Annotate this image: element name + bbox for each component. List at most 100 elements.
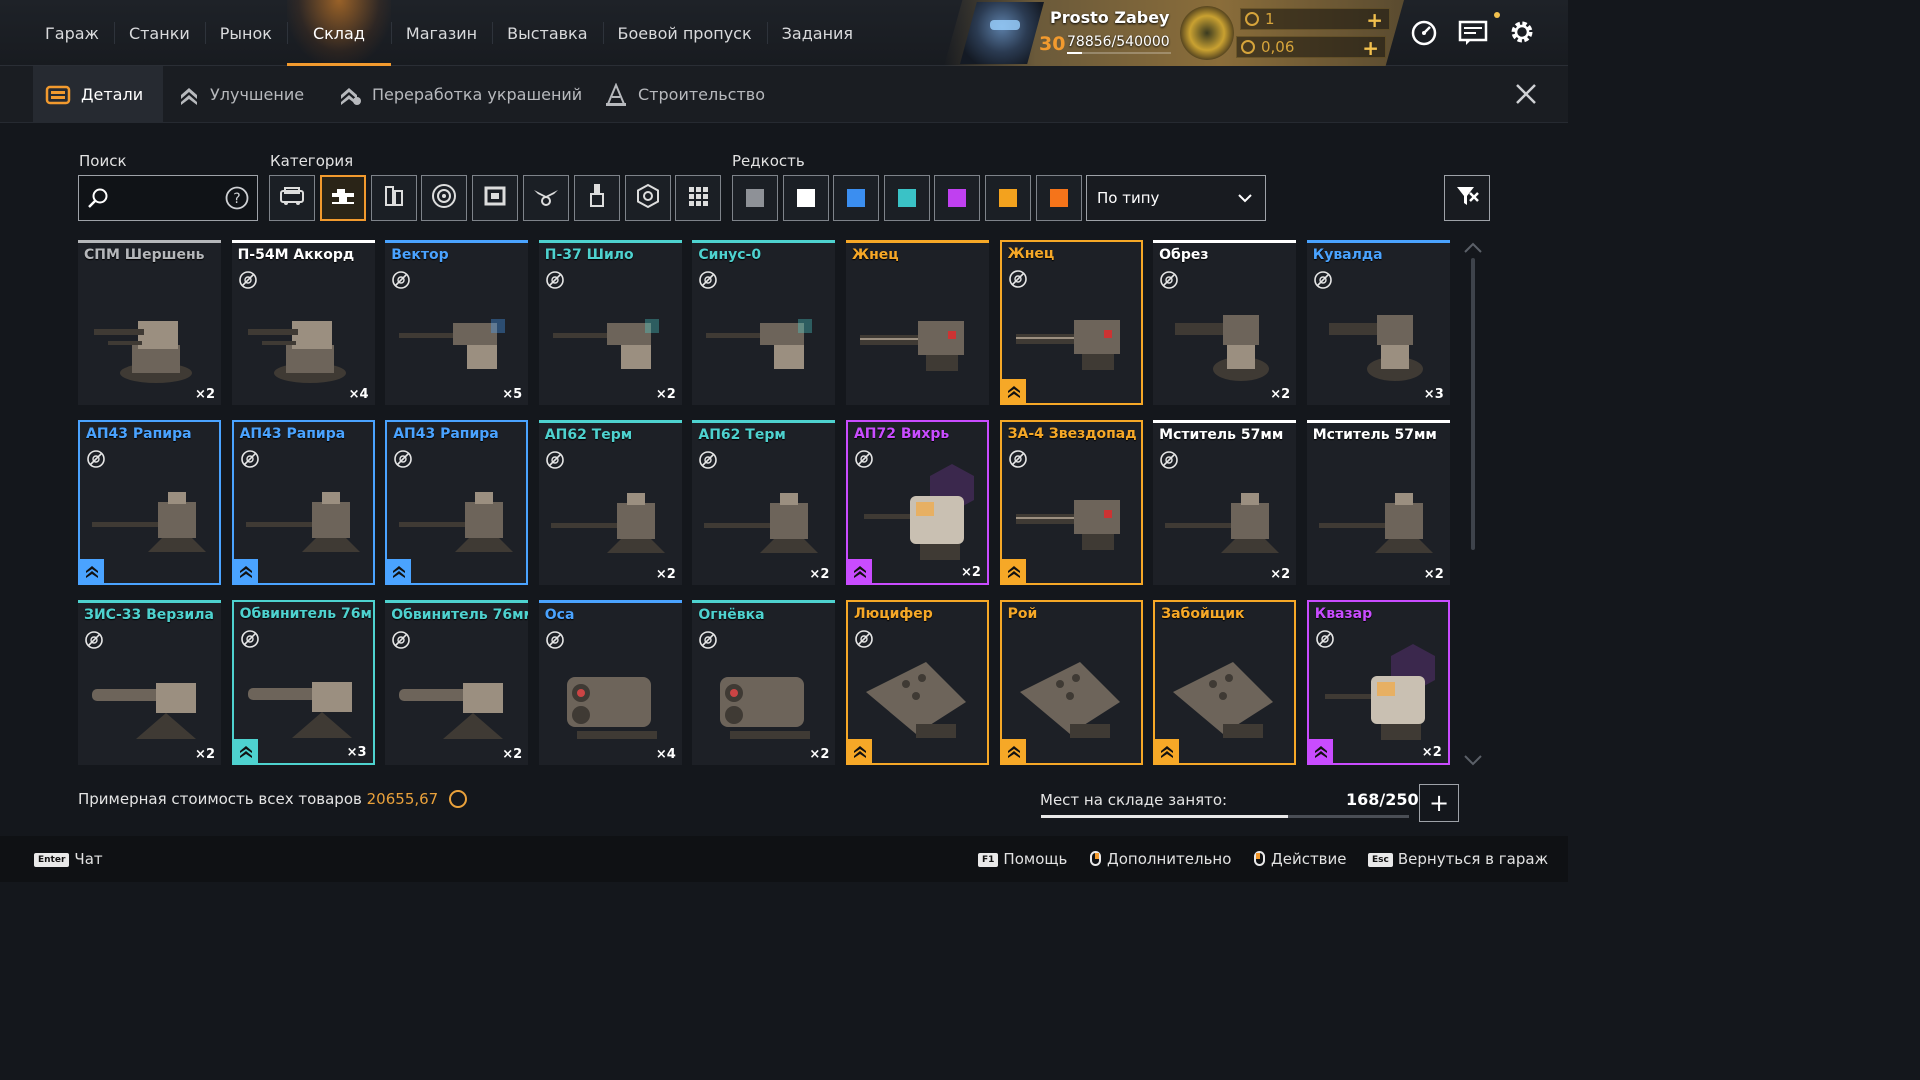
item-card[interactable]: Люцифер: [845, 600, 989, 765]
tab-missions[interactable]: Задания: [766, 0, 868, 66]
category-filter-structure[interactable]: [624, 175, 671, 221]
subtab-construction[interactable]: Строительство: [592, 66, 777, 123]
item-card[interactable]: Синус-0: [692, 240, 836, 405]
hint-back[interactable]: Esc Вернуться в гараж: [1368, 850, 1548, 868]
tab-garage[interactable]: Гараж: [30, 0, 114, 66]
subtab-upgrade[interactable]: Улучшение: [166, 66, 316, 123]
tab-battle-pass[interactable]: Боевой пропуск: [602, 0, 767, 66]
rarity-filter-5[interactable]: [934, 175, 981, 221]
item-card[interactable]: Квазар ×2: [1306, 600, 1450, 765]
add-crystals-button[interactable]: +: [1362, 36, 1379, 60]
tab-market[interactable]: Рынок: [204, 0, 287, 66]
hint-action[interactable]: Действие: [1254, 850, 1347, 868]
speedometer-icon[interactable]: [1408, 16, 1440, 48]
hint-help[interactable]: F1 Помощь: [978, 850, 1067, 868]
add-coins-button[interactable]: +: [1366, 8, 1383, 32]
item-card[interactable]: Обрез ×2: [1153, 240, 1297, 405]
item-card[interactable]: ЗА-4 Звездопад: [999, 420, 1143, 585]
subtab-recycle-label: Переработка украшений: [372, 85, 583, 104]
player-level: 30: [1039, 33, 1066, 55]
not-tradable-icon: [86, 449, 106, 469]
rarity-label: Редкость: [732, 152, 805, 170]
rarity-filter-1[interactable]: [732, 175, 778, 221]
currency-crystals: 0,06 +: [1236, 36, 1386, 60]
xp-bar: [1067, 52, 1171, 54]
item-card[interactable]: Мститель 57мм ×2: [1153, 420, 1297, 585]
item-card[interactable]: АП43 Рапира: [385, 420, 529, 585]
settings-gear-icon[interactable]: [1506, 16, 1538, 48]
weapon-image: [242, 642, 369, 752]
item-card[interactable]: АП62 Терм ×2: [538, 420, 682, 585]
category-filter-paint[interactable]: [573, 175, 620, 221]
close-icon[interactable]: [1512, 80, 1540, 108]
category-filter-all[interactable]: [675, 175, 722, 221]
item-name: Вектор: [391, 247, 449, 263]
item-quantity: ×2: [1270, 567, 1291, 582]
parts-icon: [45, 84, 71, 106]
item-card[interactable]: Жнец: [999, 240, 1143, 405]
item-name: АП43 Рапира: [393, 426, 499, 442]
item-card[interactable]: Кувалда ×3: [1306, 240, 1450, 405]
item-card[interactable]: СПМ Шершень ×2: [78, 240, 221, 405]
item-name: Обвинитель 76мм: [391, 607, 529, 623]
not-tradable-icon: [1008, 449, 1028, 469]
tab-workbenches[interactable]: Станки: [113, 0, 205, 66]
item-card[interactable]: Огнёвка ×2: [692, 600, 836, 765]
rarity-filter-4[interactable]: [883, 175, 930, 221]
category-filter-wheel[interactable]: [421, 175, 468, 221]
item-card[interactable]: Забойщик: [1153, 600, 1297, 765]
scroll-up-icon[interactable]: [1463, 240, 1483, 254]
category-filter-frame[interactable]: [472, 175, 519, 221]
weapon-image: [86, 643, 213, 753]
item-card[interactable]: АП43 Рапира: [78, 420, 221, 585]
item-name: АП62 Терм: [544, 427, 633, 443]
subtab-parts[interactable]: Детали: [33, 66, 163, 123]
scrollbar[interactable]: [1471, 258, 1475, 550]
item-name: АП43 Рапира: [239, 426, 346, 442]
category-filter-weapon[interactable]: [319, 175, 366, 221]
subtab-recycle[interactable]: Переработка украшений: [326, 66, 594, 123]
hint-chat[interactable]: Enter Чат: [34, 850, 103, 868]
item-card[interactable]: П-37 Шило ×2: [538, 240, 682, 405]
not-tradable-icon: [698, 450, 718, 470]
hint-more[interactable]: Дополнительно: [1090, 850, 1231, 868]
sort-dropdown[interactable]: По типу: [1086, 175, 1266, 221]
tab-shop[interactable]: Магазин: [390, 0, 492, 66]
item-card[interactable]: Мститель 57мм ×2: [1306, 420, 1450, 585]
item-card[interactable]: Обвинитель 76мм ×2: [385, 600, 529, 765]
category-filter-decor[interactable]: [523, 175, 569, 221]
item-card[interactable]: АП43 Рапира: [231, 420, 375, 585]
rarity-filter-2[interactable]: [782, 175, 829, 221]
category-filter-module[interactable]: [370, 175, 417, 221]
svg-text:?: ?: [233, 191, 240, 207]
reset-filters-button[interactable]: [1444, 175, 1490, 221]
item-card[interactable]: Обвинитель 76мм ×3: [231, 600, 375, 765]
item-card[interactable]: Рой: [999, 600, 1143, 765]
help-icon[interactable]: ?: [225, 186, 249, 214]
tab-exhibition[interactable]: Выставка: [492, 0, 602, 66]
tab-storage[interactable]: Склад: [286, 0, 391, 66]
item-card[interactable]: ЗИС-33 Верзила ×2: [78, 600, 221, 765]
f1-key-icon: F1: [978, 853, 999, 867]
item-card[interactable]: АП62 Терм ×2: [692, 420, 836, 585]
item-card[interactable]: П-54М Аккорд ×4: [231, 240, 375, 405]
news-icon[interactable]: [1457, 16, 1489, 48]
rarity-filter-3[interactable]: [833, 175, 880, 221]
rarity-filter-7[interactable]: [1035, 175, 1082, 221]
search-input[interactable]: [113, 184, 223, 212]
item-card[interactable]: Оса ×4: [538, 600, 682, 765]
item-quantity: ×4: [348, 387, 369, 402]
scroll-down-icon[interactable]: [1463, 752, 1483, 766]
item-card[interactable]: Вектор ×5: [385, 240, 529, 405]
item-card[interactable]: Жнец: [845, 240, 989, 405]
xp-bar-fill: [1067, 52, 1083, 54]
item-quantity: ×2: [655, 567, 676, 582]
item-name: Мститель 57мм: [1312, 427, 1437, 443]
enter-key-icon: Enter: [34, 853, 70, 867]
expand-storage-button[interactable]: +: [1419, 784, 1459, 822]
category-filter-cabin[interactable]: [269, 175, 315, 221]
rarity-filter-6[interactable]: [985, 175, 1031, 221]
hint-chat-label: Чат: [74, 850, 103, 868]
item-card[interactable]: АП72 Вихрь ×2: [845, 420, 989, 585]
not-tradable-icon: [1159, 450, 1179, 470]
